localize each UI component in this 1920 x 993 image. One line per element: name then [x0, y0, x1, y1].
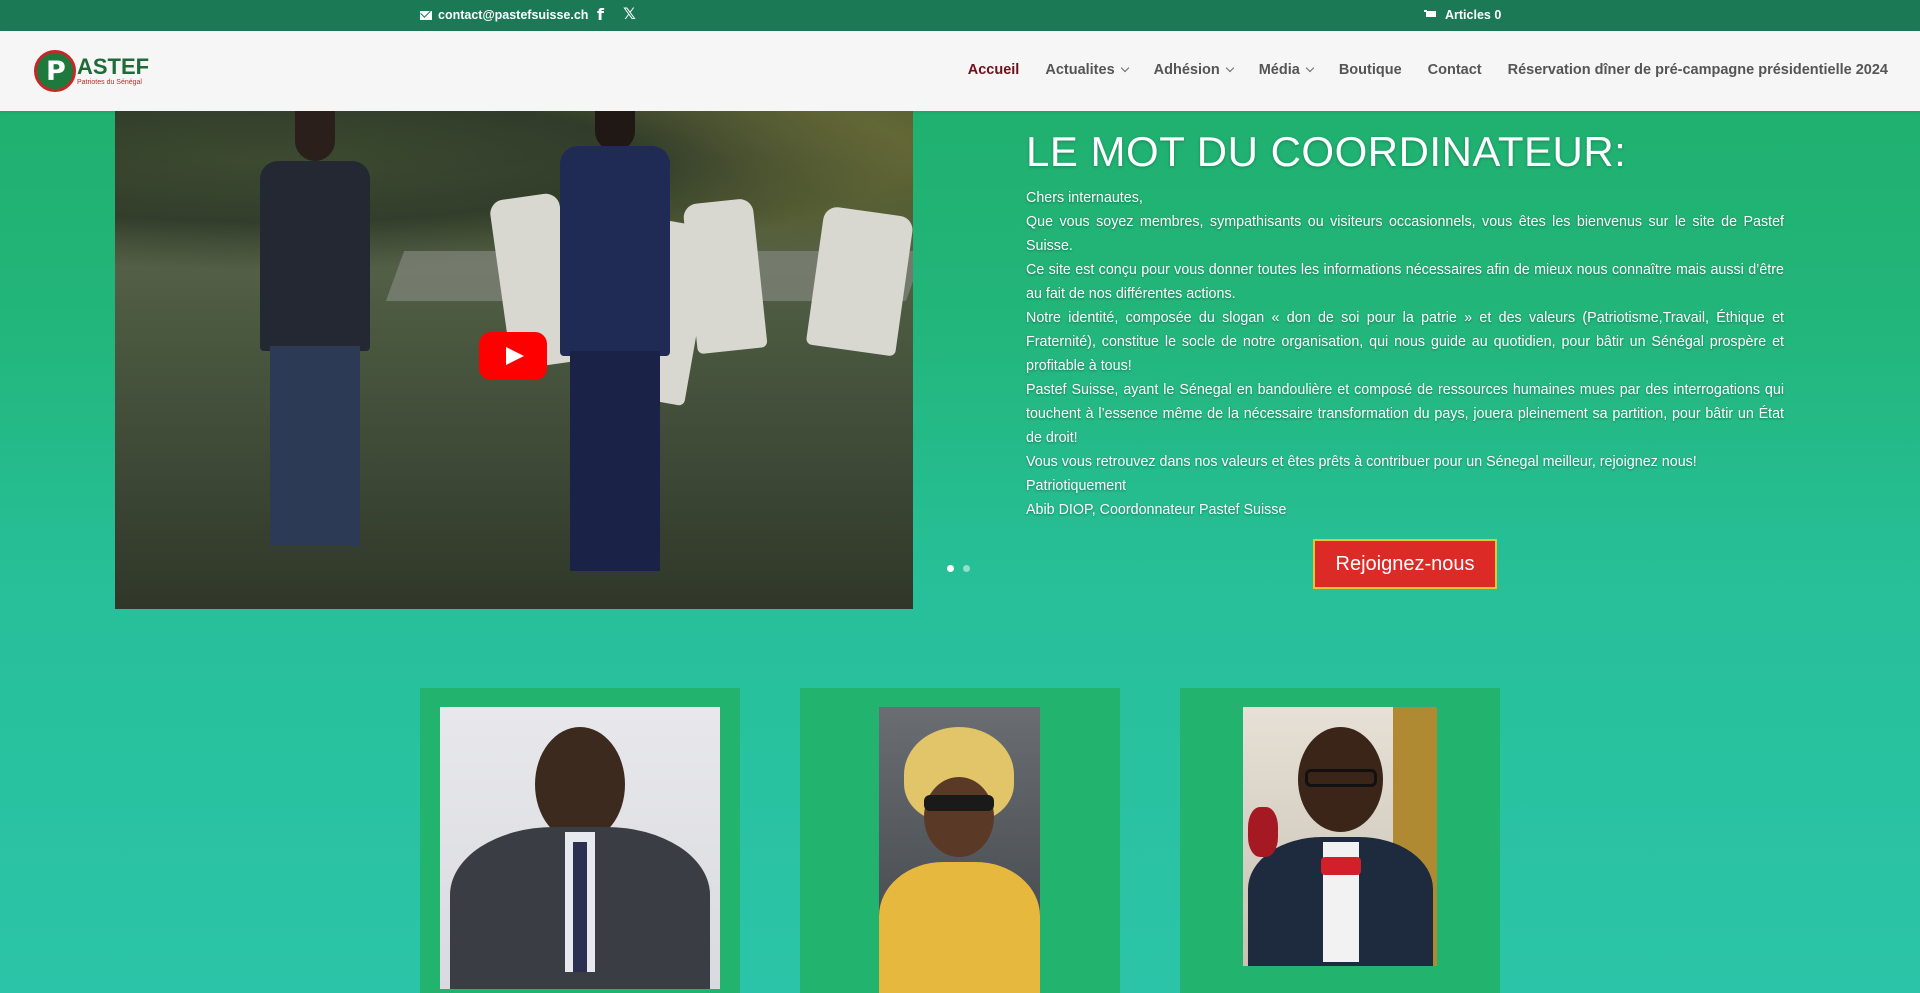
- team-photo-face: [535, 727, 625, 842]
- logo-brand: ASTEF: [77, 54, 150, 79]
- video-scene-sculpture: [805, 205, 913, 357]
- message-paragraph: Ce site est conçu pour vous donner toute…: [1026, 262, 1784, 302]
- team-photo: [440, 707, 720, 989]
- x-twitter-icon[interactable]: 𝕏: [623, 4, 636, 23]
- nav-item-reservation[interactable]: Réservation dîner de pré-campagne présid…: [1508, 62, 1888, 78]
- team-photo-roses: [1248, 807, 1278, 857]
- cart-icon: [1424, 10, 1437, 20]
- slider-dot[interactable]: [947, 565, 954, 572]
- message-paragraph: Notre identité, composée du slogan « don…: [1026, 310, 1784, 374]
- site-logo[interactable]: ASTEF Patriotes du Sénégal: [34, 50, 152, 94]
- message-paragraph: Pastef Suisse, ayant le Sénegal en bando…: [1026, 382, 1784, 446]
- nav-item-boutique[interactable]: Boutique: [1339, 62, 1402, 78]
- cart-label[interactable]: Articles 0: [1445, 8, 1501, 22]
- chevron-down-icon: [1305, 63, 1315, 73]
- youtube-play-button[interactable]: [479, 332, 547, 380]
- chevron-down-icon: [1225, 63, 1234, 73]
- team-photo-tie: [573, 842, 587, 972]
- team-photo-bowtie: [1321, 857, 1361, 875]
- message-paragraph: Chers internautes,: [1026, 190, 1143, 206]
- team-photo-glasses: [1305, 769, 1377, 787]
- nav-item-media[interactable]: Média: [1258, 62, 1315, 78]
- facebook-icon[interactable]: f: [597, 5, 604, 24]
- slider-dot[interactable]: [963, 565, 970, 572]
- contact-email-link[interactable]: contact@pastefsuisse.ch: [420, 8, 588, 22]
- envelope-icon: [420, 10, 432, 20]
- message-body: Chers internautes, Que vous soyez membre…: [1026, 186, 1784, 522]
- team-photo-face: [924, 777, 994, 857]
- nav-item-adhesion[interactable]: Adhésion: [1153, 62, 1234, 78]
- video-player[interactable]: [115, 111, 913, 609]
- section-title: LE MOT DU COORDINATEUR:: [1026, 128, 1627, 175]
- message-paragraph: Patriotiquement: [1026, 478, 1127, 494]
- top-bar: contact@pastefsuisse.ch f 𝕏 Articles 0: [0, 0, 1920, 31]
- message-paragraph: Abib DIOP, Coordonnateur Pastef Suisse: [1026, 502, 1287, 518]
- nav-item-actualites[interactable]: Actualites: [1045, 62, 1129, 78]
- team-card: [420, 688, 740, 993]
- nav-item-label: Média: [1258, 62, 1300, 78]
- slider-pagination: [947, 565, 970, 572]
- main-nav: Accueil Actualites Adhésion Média Boutiq…: [968, 62, 1888, 78]
- nav-item-label: Réservation dîner de pré-campagne présid…: [1507, 62, 1888, 78]
- logo-emblem: [34, 50, 76, 92]
- nav-item-label: Accueil: [967, 62, 1020, 78]
- nav-item-label: Boutique: [1338, 62, 1402, 78]
- team-photo: [1243, 707, 1437, 966]
- message-paragraph: Vous vous retrouvez dans nos valeurs et …: [1026, 454, 1697, 470]
- team-photo: [879, 707, 1040, 993]
- contact-email[interactable]: contact@pastefsuisse.ch: [438, 8, 588, 22]
- logo-tagline: Patriotes du Sénégal: [77, 79, 142, 86]
- nav-item-label: Contact: [1427, 62, 1482, 78]
- nav-item-accueil[interactable]: Accueil: [968, 62, 1020, 78]
- team-photo-dress: [879, 862, 1040, 993]
- video-scene-person: [240, 111, 380, 551]
- message-paragraph: Que vous soyez membres, sympathisants ou…: [1026, 214, 1784, 254]
- join-button[interactable]: Rejoignez-nous: [1313, 539, 1497, 589]
- team-card: [1180, 688, 1500, 993]
- team-photo-sunglasses: [924, 795, 994, 811]
- team-card: [800, 688, 1120, 993]
- cart-link[interactable]: Articles 0: [1424, 8, 1501, 22]
- nav-item-label: Adhésion: [1153, 62, 1220, 78]
- nav-item-label: Actualites: [1045, 62, 1115, 78]
- nav-item-contact[interactable]: Contact: [1428, 62, 1482, 78]
- site-header: ASTEF Patriotes du Sénégal Accueil Actua…: [0, 31, 1920, 111]
- coordinator-message: LE MOT DU COORDINATEUR: Chers internaute…: [1026, 111, 1784, 522]
- chevron-down-icon: [1120, 63, 1129, 73]
- video-scene-person: [535, 111, 685, 581]
